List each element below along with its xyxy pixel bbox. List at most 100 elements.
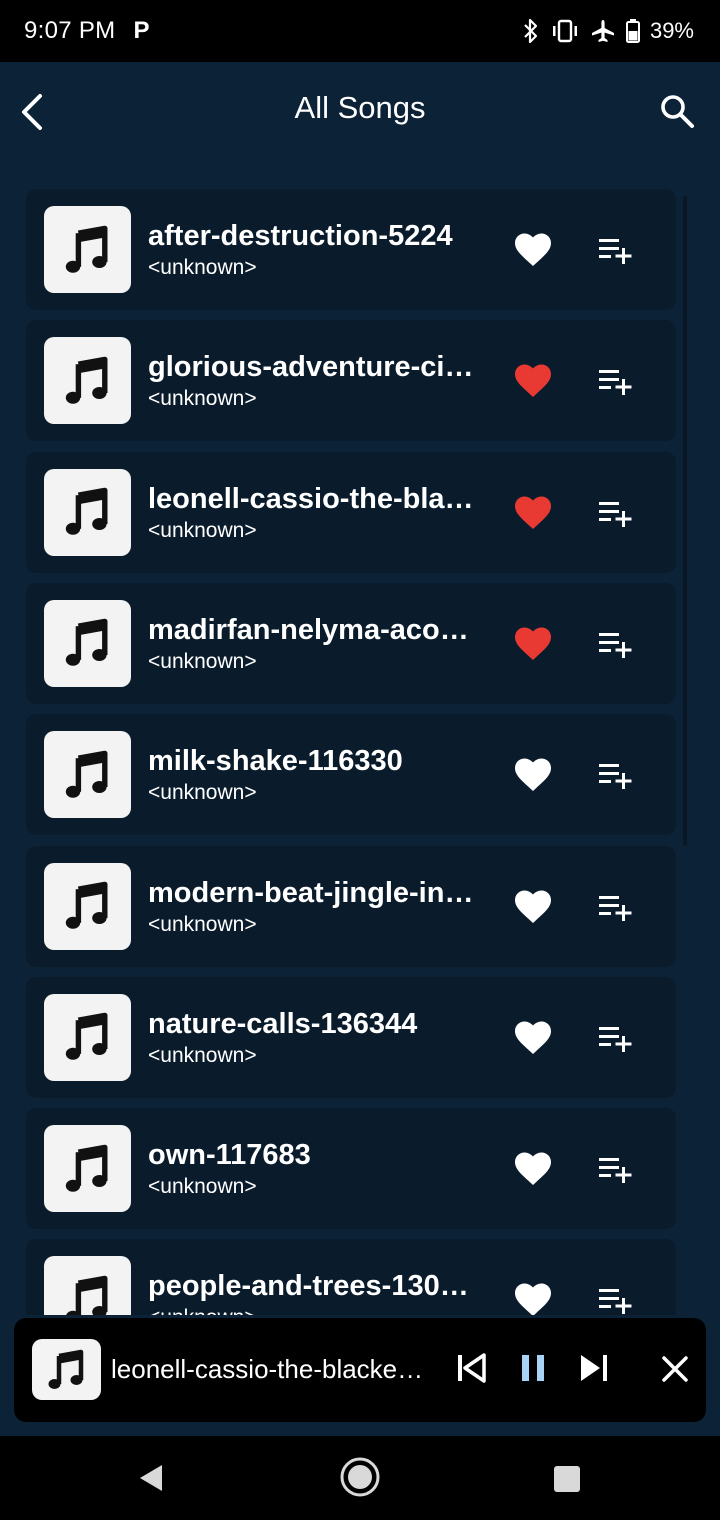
song-artist: <unknown> [148,912,257,936]
music-note-icon [48,1349,83,1389]
previous-button[interactable] [455,1352,487,1389]
carrier-icon: P [133,17,150,44]
song-list[interactable]: after-destruction-5224 <unknown> glorious-… [0,180,720,1315]
app-bar: All Songs [0,62,720,162]
playlist-add-icon [599,895,632,921]
search-icon [661,95,694,128]
now-playing-thumbnail [32,1339,101,1400]
heart-icon [515,758,551,792]
scrollbar[interactable] [683,196,687,846]
add-to-playlist-button[interactable] [598,630,636,660]
vibrate-icon [552,19,577,43]
music-note-icon [65,750,107,798]
heart-icon [515,496,551,529]
music-note-icon [65,1144,107,1192]
nav-back-button[interactable] [136,1462,166,1499]
song-thumbnail [44,1125,131,1213]
song-row[interactable]: people-and-trees-130… <unknown> [26,1239,676,1315]
favorite-button[interactable] [514,1151,552,1187]
status-bar: 9:07 PM P 39% [0,0,720,62]
add-to-playlist-button[interactable] [598,367,636,397]
music-note-icon [65,487,107,535]
home-circle-icon [340,1457,380,1497]
favorite-button[interactable] [514,889,552,925]
add-to-playlist-button[interactable] [598,1286,636,1315]
now-playing-title[interactable]: leonell-cassio-the-blacke… [111,1354,441,1384]
next-icon [581,1355,607,1381]
heart-icon [515,627,551,660]
system-navigation-bar [0,1436,720,1520]
song-title: madirfan-nelyma-aco… [148,613,469,646]
battery-icon [625,19,640,43]
heart-icon [515,233,551,266]
song-thumbnail [44,468,131,556]
add-to-playlist-button[interactable] [598,1155,636,1185]
square-recents-icon [554,1466,580,1492]
music-note-icon [65,1012,107,1061]
search-button[interactable] [658,92,698,132]
music-note-icon [65,619,107,667]
playlist-add-icon [599,1289,632,1315]
now-playing-bar[interactable]: leonell-cassio-the-blacke… [14,1318,706,1422]
song-artist: <unknown> [148,256,257,279]
favorite-button[interactable] [514,363,552,399]
favorite-button[interactable] [514,232,552,268]
song-title: people-and-trees-130… [148,1270,469,1303]
heart-icon [515,890,551,923]
playlist-add-icon [599,764,632,790]
song-thumbnail [44,599,131,687]
close-player-button[interactable] [660,1354,690,1389]
favorite-button[interactable] [514,1020,552,1056]
favorite-button[interactable] [514,1282,552,1315]
song-thumbnail [44,993,131,1081]
nav-recents-button[interactable] [553,1465,581,1498]
add-to-playlist-button[interactable] [598,236,636,266]
add-to-playlist-button[interactable] [598,893,636,923]
music-note-icon [65,881,107,929]
music-note-icon [65,356,107,404]
next-button[interactable] [578,1352,610,1389]
song-artist: <unknown> [148,649,257,673]
song-artist: <unknown> [148,1305,257,1315]
pause-button[interactable] [518,1352,548,1389]
close-icon [662,1356,688,1382]
battery-percent: 39% [649,18,694,43]
airplane-icon [591,20,614,42]
song-row[interactable]: after-destruction-5224 <unknown> [26,189,676,310]
favorite-button[interactable] [514,757,552,793]
playlist-add-icon [599,239,632,264]
song-row[interactable]: leonell-cassio-the-bla… <unknown> [26,451,676,573]
song-row[interactable]: glorious-adventure-ci… <unknown> [26,320,676,442]
song-thumbnail [44,731,131,819]
heart-icon [515,1021,551,1054]
song-row[interactable]: madirfan-nelyma-aco… <unknown> [26,582,676,704]
heart-icon [515,1283,551,1315]
music-note-icon [65,225,107,273]
song-artist: <unknown> [148,1175,257,1199]
song-title: nature-calls-136344 [148,1007,418,1040]
playlist-add-icon [599,501,632,527]
playlist-add-icon [599,370,632,396]
song-row[interactable]: own-117683 <unknown> [26,1108,676,1230]
playlist-add-icon [599,1158,632,1184]
add-to-playlist-button[interactable] [598,1024,636,1054]
nav-home-button[interactable] [339,1456,381,1503]
heart-icon [515,364,551,398]
song-row[interactable]: modern-beat-jingle-in… <unknown> [26,845,676,967]
song-artist: <unknown> [148,781,257,805]
favorite-button[interactable] [514,626,552,662]
status-icons: 39% [522,18,694,44]
favorite-button[interactable] [514,495,552,531]
add-to-playlist-button[interactable] [598,761,636,791]
add-to-playlist-button[interactable] [598,499,636,529]
song-thumbnail [44,862,131,950]
music-note-icon [65,1275,107,1315]
song-artist: <unknown> [148,518,257,542]
song-title: glorious-adventure-ci… [148,351,474,384]
song-artist: <unknown> [148,387,257,411]
song-title: after-destruction-5224 [148,220,453,252]
song-row[interactable]: nature-calls-136344 <unknown> [26,976,676,1098]
playlist-add-icon [599,1026,632,1052]
song-title: leonell-cassio-the-bla… [148,482,474,515]
song-row[interactable]: milk-shake-116330 <unknown> [26,714,676,836]
